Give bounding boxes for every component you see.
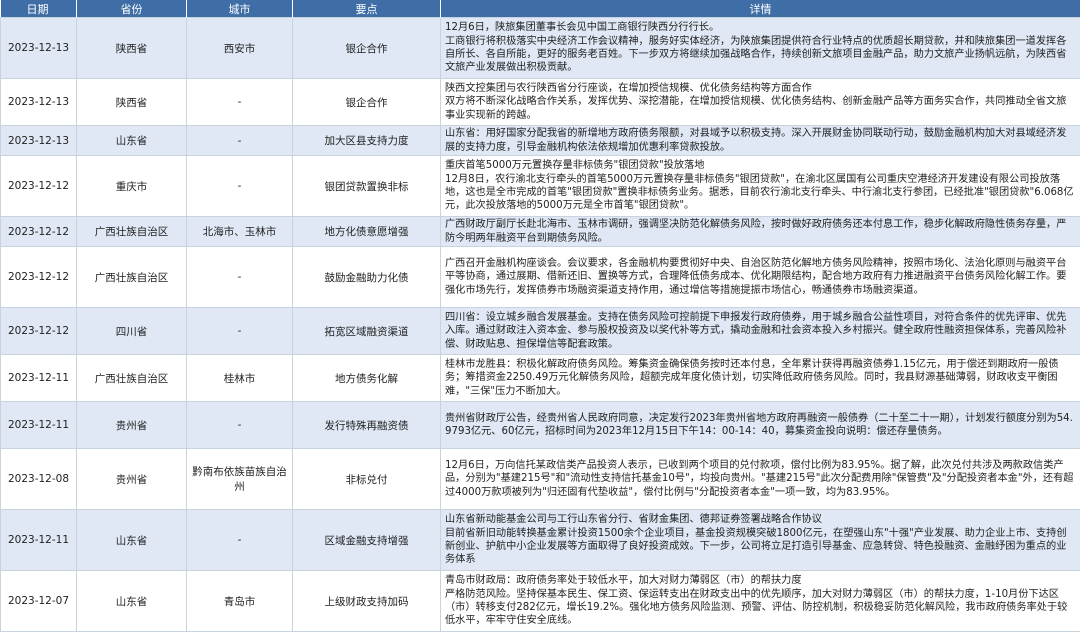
cell-key: 地方债务化解 — [293, 355, 441, 402]
header-key: 要点 — [293, 0, 441, 18]
cell-detail: 重庆首笔5000万元置换存量非标债务"银团贷款"投放落地12月8日，农行渝北支行… — [441, 156, 1080, 217]
cell-detail: 12月6日，陕旅集团董事长会见中国工商银行陕西分行行长。工商银行将积极落实中央经… — [441, 18, 1080, 79]
table-row: 2023-12-12 广西壮族自治区 - 鼓励金融助力化债 广西召开金融机构座谈… — [1, 247, 1080, 308]
cell-province: 重庆市 — [77, 156, 187, 217]
cell-detail: 12月6日，万向信托某政信类产品投资人表示，已收到两个项目的兑付款项，偿付比例为… — [441, 449, 1080, 510]
table-row: 2023-12-07 山东省 青岛市 上级财政支持加码 青岛市财政局：政府债务率… — [1, 571, 1080, 632]
cell-date: 2023-12-12 — [1, 217, 77, 247]
cell-province: 广西壮族自治区 — [77, 217, 187, 247]
cell-city: - — [187, 510, 293, 571]
cell-city: - — [187, 156, 293, 217]
cell-province: 四川省 — [77, 308, 187, 355]
cell-key: 发行特殊再融资债 — [293, 402, 441, 449]
cell-detail: 陕西文控集团与农行陕西省分行座谈，在增加授信规模、优化债务结构等方面合作双方将不… — [441, 79, 1080, 126]
cell-detail: 广西财政厅副厅长赴北海市、玉林市调研，强调坚决防范化解债务风险，按时做好政府债务… — [441, 217, 1080, 247]
cell-province: 陕西省 — [77, 18, 187, 79]
table-row: 2023-12-12 重庆市 - 银团贷款置换非标 重庆首笔5000万元置换存量… — [1, 156, 1080, 217]
header-city: 城市 — [187, 0, 293, 18]
cell-city: - — [187, 126, 293, 156]
cell-province: 广西壮族自治区 — [77, 355, 187, 402]
header-date: 日期 — [1, 0, 77, 18]
cell-city: 桂林市 — [187, 355, 293, 402]
cell-date: 2023-12-07 — [1, 571, 77, 632]
cell-detail: 青岛市财政局：政府债务率处于较低水平，加大对财力薄弱区（市）的帮扶力度严格防范风… — [441, 571, 1080, 632]
cell-city: 西安市 — [187, 18, 293, 79]
cell-date: 2023-12-13 — [1, 126, 77, 156]
cell-date: 2023-12-11 — [1, 510, 77, 571]
cell-date: 2023-12-12 — [1, 308, 77, 355]
cell-date: 2023-12-11 — [1, 402, 77, 449]
cell-date: 2023-12-12 — [1, 247, 77, 308]
table-row: 2023-12-13 陕西省 - 银企合作 陕西文控集团与农行陕西省分行座谈，在… — [1, 79, 1080, 126]
table-row: 2023-12-11 贵州省 - 发行特殊再融资债 贵州省财政厅公告，经贵州省人… — [1, 402, 1080, 449]
cell-province: 陕西省 — [77, 79, 187, 126]
cell-city: 青岛市 — [187, 571, 293, 632]
cell-detail: 山东省：用好国家分配我省的新增地方政府债务限额，对县域予以积极支持。深入开展财金… — [441, 126, 1080, 156]
policy-table: 日期 省份 城市 要点 详情 2023-12-13 陕西省 西安市 银企合作 1… — [0, 0, 1080, 632]
cell-date: 2023-12-08 — [1, 449, 77, 510]
cell-city: - — [187, 402, 293, 449]
cell-city: 北海市、玉林市 — [187, 217, 293, 247]
cell-city: 黔南布依族苗族自治州 — [187, 449, 293, 510]
table-row: 2023-12-12 四川省 - 拓宽区域融资渠道 四川省：设立城乡融合发展基金… — [1, 308, 1080, 355]
cell-key: 银企合作 — [293, 79, 441, 126]
cell-date: 2023-12-12 — [1, 156, 77, 217]
header-detail: 详情 — [441, 0, 1080, 18]
table-row: 2023-12-13 山东省 - 加大区县支持力度 山东省：用好国家分配我省的新… — [1, 126, 1080, 156]
cell-key: 拓宽区域融资渠道 — [293, 308, 441, 355]
cell-province: 山东省 — [77, 126, 187, 156]
header-province: 省份 — [77, 0, 187, 18]
cell-key: 加大区县支持力度 — [293, 126, 441, 156]
cell-detail: 桂林市龙胜县：积极化解政府债务风险。筹集资金确保债务按时还本付息，全年累计获得再… — [441, 355, 1080, 402]
cell-date: 2023-12-13 — [1, 79, 77, 126]
cell-key: 非标兑付 — [293, 449, 441, 510]
cell-province: 贵州省 — [77, 402, 187, 449]
cell-key: 区域金融支持增强 — [293, 510, 441, 571]
cell-key: 上级财政支持加码 — [293, 571, 441, 632]
cell-province: 贵州省 — [77, 449, 187, 510]
cell-province: 山东省 — [77, 510, 187, 571]
cell-province: 广西壮族自治区 — [77, 247, 187, 308]
cell-date: 2023-12-13 — [1, 18, 77, 79]
header-row: 日期 省份 城市 要点 详情 — [1, 0, 1080, 18]
table-row: 2023-12-08 贵州省 黔南布依族苗族自治州 非标兑付 12月6日，万向信… — [1, 449, 1080, 510]
cell-detail: 山东省新动能基金公司与工行山东省分行、省财金集团、德邦证券签署战略合作协议目前省… — [441, 510, 1080, 571]
table-row: 2023-12-13 陕西省 西安市 银企合作 12月6日，陕旅集团董事长会见中… — [1, 18, 1080, 79]
table-row: 2023-12-11 山东省 - 区域金融支持增强 山东省新动能基金公司与工行山… — [1, 510, 1080, 571]
cell-key: 地方化债意愿增强 — [293, 217, 441, 247]
table-row: 2023-12-12 广西壮族自治区 北海市、玉林市 地方化债意愿增强 广西财政… — [1, 217, 1080, 247]
cell-key: 鼓励金融助力化债 — [293, 247, 441, 308]
cell-detail: 四川省：设立城乡融合发展基金。支持在债务风险可控前提下申报发行政府债券，用于城乡… — [441, 308, 1080, 355]
table-row: 2023-12-11 广西壮族自治区 桂林市 地方债务化解 桂林市龙胜县：积极化… — [1, 355, 1080, 402]
cell-key: 银团贷款置换非标 — [293, 156, 441, 217]
cell-city: - — [187, 308, 293, 355]
cell-city: - — [187, 247, 293, 308]
cell-detail: 广西召开金融机构座谈会。会议要求，各金融机构要贯彻好中央、自治区防范化解地方债务… — [441, 247, 1080, 308]
cell-date: 2023-12-11 — [1, 355, 77, 402]
cell-province: 山东省 — [77, 571, 187, 632]
cell-detail: 贵州省财政厅公告，经贵州省人民政府同意，决定发行2023年贵州省地方政府再融资一… — [441, 402, 1080, 449]
cell-key: 银企合作 — [293, 18, 441, 79]
cell-city: - — [187, 79, 293, 126]
